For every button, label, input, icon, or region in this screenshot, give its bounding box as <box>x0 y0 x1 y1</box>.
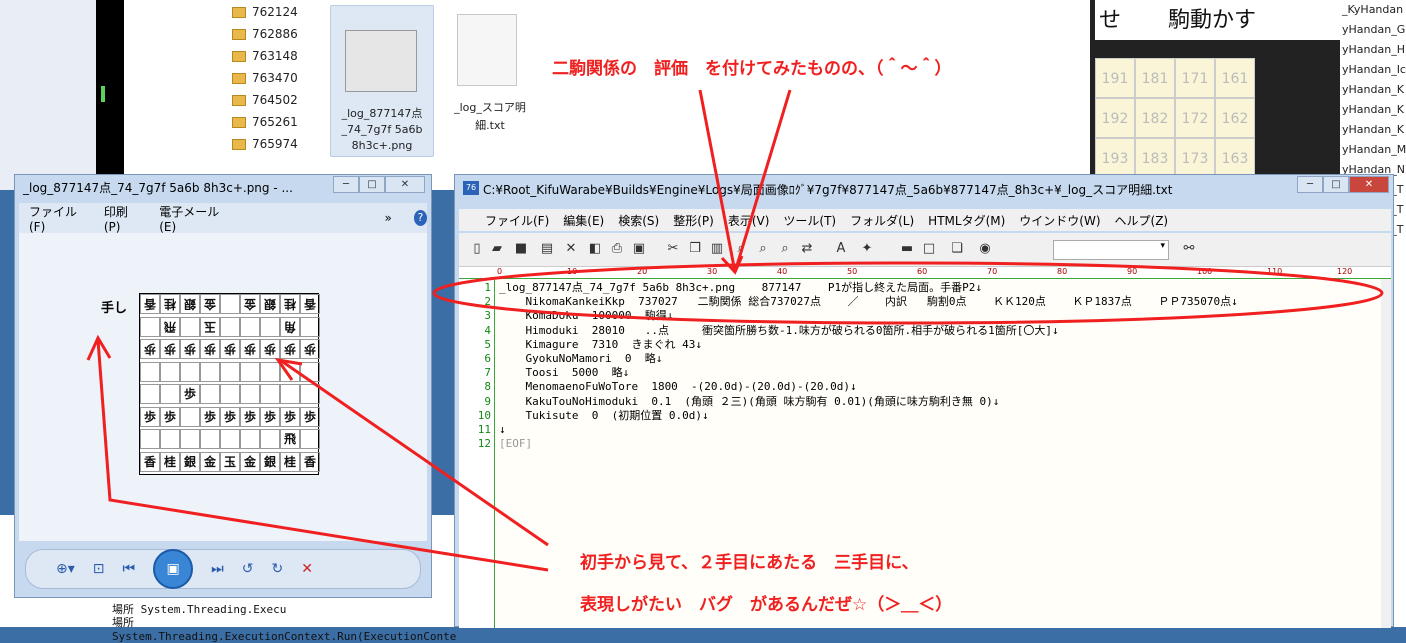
arrow-top-1 <box>698 89 737 273</box>
annotation-bottom-2: 表現しがたい バグ があるんだぜ☆（＞＿＜） <box>580 595 953 615</box>
arrow-top-2 <box>733 89 792 273</box>
annotation-overlay <box>86 89 1384 572</box>
annotation-bottom-1: 初手から見て、２手目にあたる 三手目に、 <box>580 553 919 573</box>
arrow-bottom-board <box>279 358 549 547</box>
highlight-ellipse <box>432 261 1384 325</box>
arrow-bottom-hand <box>96 339 549 572</box>
arrow-bottom-board-head <box>274 357 303 381</box>
annotation-top: 二駒関係の 評価 を付けてみたものの、（＾～＾） <box>552 59 952 79</box>
